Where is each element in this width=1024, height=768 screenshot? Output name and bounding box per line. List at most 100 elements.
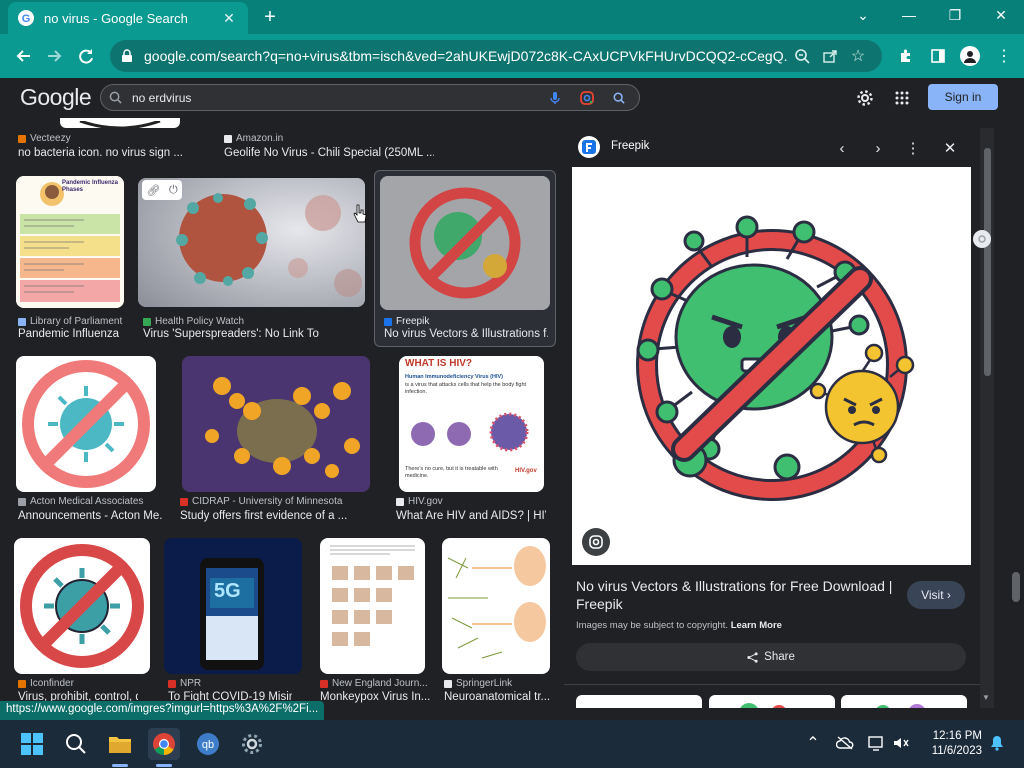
chrome-menu-icon[interactable]: ⋮ — [990, 42, 1018, 70]
result-thumbnail-8[interactable] — [14, 538, 150, 674]
result-source-3[interactable]: Health Policy Watch — [143, 316, 244, 327]
result-source-2[interactable]: Library of Parliament — [18, 316, 122, 327]
search-input[interactable]: no erdvirus — [132, 91, 535, 105]
result-title-2[interactable]: Pandemic Influenza — [18, 328, 128, 340]
taskbar-clock[interactable]: 12:16 PM 11/6/2023 — [916, 729, 982, 759]
forward-button[interactable] — [40, 42, 68, 70]
google-logo[interactable]: Google — [20, 84, 92, 111]
taskbar-search-icon[interactable] — [60, 728, 92, 760]
related-thumbnail-2[interactable] — [709, 695, 835, 708]
next-image-icon[interactable]: › — [867, 137, 889, 159]
google-header: Google no erdvirus Sign in — [0, 78, 1024, 118]
bookmark-star-icon[interactable]: ☆ — [844, 42, 872, 70]
result-thumbnail-0[interactable] — [60, 118, 180, 128]
qbittorrent-icon[interactable]: qb — [192, 728, 224, 760]
result-title-6[interactable]: Study offers first evidence of a ... — [180, 510, 360, 522]
result-source-10[interactable]: New England Journ... — [320, 678, 428, 689]
lock-icon[interactable] — [120, 49, 134, 63]
scroll-down-arrow-icon[interactable]: ▼ — [982, 693, 990, 702]
search-submit-icon[interactable] — [607, 86, 631, 110]
result-thumbnail-6[interactable] — [182, 356, 370, 492]
panel-site-name[interactable]: Freepik — [611, 140, 649, 152]
result-source-11[interactable]: SpringerLink — [444, 678, 512, 689]
result-source-9[interactable]: NPR — [168, 678, 201, 689]
page-scrollbar[interactable] — [1008, 118, 1024, 708]
previous-image-icon[interactable]: ‹ — [831, 137, 853, 159]
visit-button[interactable]: Visit › — [907, 581, 965, 609]
cloud-offline-icon[interactable] — [834, 732, 856, 754]
close-window-button[interactable]: ✕ — [978, 0, 1024, 30]
restore-button[interactable]: ❐ — [932, 0, 978, 30]
google-lens-icon[interactable] — [575, 86, 599, 110]
chrome-taskbar-icon[interactable] — [148, 728, 180, 760]
tab-active[interactable]: G no virus - Google Search ✕ — [8, 2, 248, 34]
result-thumbnail-10[interactable] — [320, 538, 425, 674]
address-bar[interactable]: google.com/search?q=no+virus&tbm=isch&ve… — [110, 40, 882, 72]
result-thumbnail-5[interactable] — [16, 356, 156, 492]
result-thumbnail-2[interactable] — [16, 176, 124, 308]
power-icon[interactable]: ⏻ — [169, 184, 178, 197]
result-source-8[interactable]: Iconfinder — [18, 678, 74, 689]
network-monitor-icon[interactable] — [866, 732, 888, 754]
result-title-3[interactable]: Virus 'Superspreaders': No Link To ... — [143, 328, 323, 340]
sign-in-button[interactable]: Sign in — [928, 84, 998, 110]
file-explorer-icon[interactable] — [104, 728, 136, 760]
result-thumbnail-9[interactable]: 5G — [164, 538, 302, 674]
learn-more-link[interactable]: Learn More — [731, 620, 782, 631]
windows-start-icon[interactable] — [16, 728, 48, 760]
settings-app-icon[interactable] — [236, 728, 268, 760]
page-scrollbar-thumb[interactable] — [1012, 572, 1020, 602]
tab-close-icon[interactable]: ✕ — [220, 9, 238, 27]
result-thumbnail-3[interactable]: 🔗︎ ⏻ — [138, 178, 365, 307]
result-title-5[interactable]: Announcements - Acton Me... — [18, 510, 163, 522]
result-source-6[interactable]: CIDRAP - University of Minnesota — [180, 496, 342, 507]
more-options-icon[interactable]: ⋮ — [902, 137, 924, 159]
voice-search-mic-icon[interactable] — [543, 86, 567, 110]
result-source-4[interactable]: Freepik — [384, 316, 429, 327]
settings-gear-icon[interactable] — [853, 86, 877, 110]
result-thumbnail-4[interactable] — [380, 176, 550, 310]
profile-button[interactable] — [956, 42, 984, 70]
back-button[interactable] — [10, 42, 38, 70]
lens-search-icon[interactable] — [582, 528, 610, 556]
speaker-muted-icon[interactable] — [890, 732, 912, 754]
panel-scrollbar-thumb[interactable] — [984, 148, 991, 376]
share-button[interactable]: Share — [576, 643, 966, 671]
url-text[interactable]: google.com/search?q=no+virus&tbm=isch&ve… — [144, 48, 788, 64]
nejm-favicon-icon — [320, 679, 328, 688]
result-title-0[interactable]: no bacteria icon. no virus sign ... — [18, 147, 198, 159]
result-source-5[interactable]: Acton Medical Associates — [18, 496, 143, 507]
reload-button[interactable] — [72, 42, 100, 70]
google-apps-grid-icon[interactable] — [890, 86, 914, 110]
result-title-10[interactable]: Monkeypox Virus In... — [320, 691, 430, 703]
close-panel-icon[interactable]: ✕ — [939, 137, 961, 159]
lens-handle-icon[interactable] — [973, 230, 991, 248]
preview-image[interactable] — [572, 167, 971, 565]
tab-title: no virus - Google Search — [44, 10, 188, 26]
result-thumbnail-11[interactable] — [442, 538, 550, 674]
result-title-11[interactable]: Neuroanatomical tr... — [444, 691, 554, 703]
result-source-1[interactable]: Amazon.in — [224, 133, 283, 144]
search-box[interactable]: no erdvirus — [100, 84, 640, 111]
side-panel-icon[interactable] — [924, 42, 952, 70]
panel-image-title[interactable]: No virus Vectors & Illustrations for Fre… — [576, 577, 896, 613]
share-label: Share — [764, 651, 795, 663]
new-tab-button[interactable]: + — [258, 6, 282, 28]
result-thumbnail-7[interactable]: WHAT IS HIV? Human Immunodeficiency Viru… — [399, 356, 544, 492]
zoom-icon[interactable] — [788, 42, 816, 70]
tab-search-icon[interactable]: ⌄ — [840, 0, 886, 30]
related-thumbnail-1[interactable] — [576, 695, 702, 708]
result-source-0[interactable]: Vecteezy — [18, 133, 71, 144]
freepik-logo-icon[interactable] — [578, 136, 600, 158]
extensions-puzzle-icon[interactable] — [892, 42, 920, 70]
result-title-4[interactable]: No virus Vectors & Illustrations f... — [384, 328, 548, 340]
link-icon[interactable]: 🔗︎ — [146, 184, 160, 197]
related-thumbnail-3[interactable] — [841, 695, 967, 708]
share-page-icon[interactable] — [816, 42, 844, 70]
result-source-7[interactable]: HIV.gov — [396, 496, 443, 507]
result-title-7[interactable]: What Are HIV and AIDS? | HIV.... — [396, 510, 546, 522]
result-title-1[interactable]: Geolife No Virus - Chili Special (250ML … — [224, 147, 434, 159]
notification-bell-icon[interactable] — [986, 732, 1008, 754]
minimize-button[interactable]: — — [886, 0, 932, 30]
show-hidden-icons-chevron-icon[interactable]: ⌃ — [802, 732, 824, 754]
